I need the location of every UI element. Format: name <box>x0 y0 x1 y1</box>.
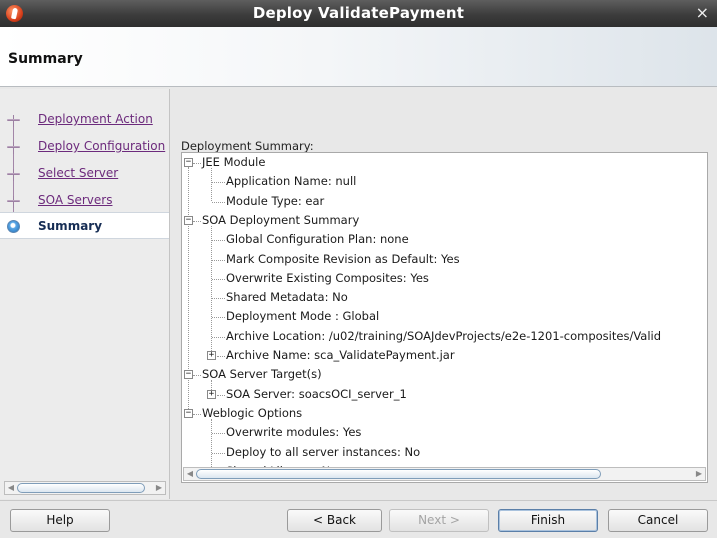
visited-step-icon <box>6 112 21 127</box>
tree-guide-line <box>211 168 212 201</box>
cancel-button[interactable]: Cancel <box>608 509 708 532</box>
visited-step-icon <box>6 193 21 208</box>
tree-connector <box>212 452 225 454</box>
page-heading: Summary <box>8 51 83 67</box>
sidebar-item-label[interactable]: Summary <box>38 219 102 233</box>
scroll-right-icon[interactable]: ▶ <box>153 482 165 494</box>
sidebar-item-deploy-configuration[interactable]: Deploy Configuration <box>0 133 169 160</box>
tree-node[interactable]: Shared Metadata: No <box>226 288 348 307</box>
tree-node[interactable]: SOA Server Target(s) <box>202 365 322 384</box>
sidebar-item-label[interactable]: Deployment Action <box>38 112 153 126</box>
sidebar-item-select-server[interactable]: Select Server <box>0 160 169 187</box>
tree-connector <box>193 413 201 415</box>
wizard-navigation: Deployment Action Deploy Configuration Sel… <box>0 89 170 499</box>
tree-connector <box>212 201 225 203</box>
visited-step-icon <box>6 166 21 181</box>
tree-node[interactable]: Global Configuration Plan: none <box>226 230 409 249</box>
tree-connector <box>193 163 201 164</box>
tree-node[interactable]: Deploy to all server instances: No <box>226 443 420 462</box>
tree-connector <box>212 278 225 280</box>
tree-node[interactable]: Overwrite Existing Composites: Yes <box>226 269 429 288</box>
tree-connector <box>212 240 225 242</box>
finish-button[interactable]: Finish <box>498 509 598 532</box>
sidebar-item-label[interactable]: Deploy Configuration <box>38 139 165 153</box>
tree-connector <box>217 394 225 396</box>
collapse-icon[interactable]: − <box>184 408 193 418</box>
deployment-summary-label: Deployment Summary: <box>181 139 314 153</box>
scroll-left-icon[interactable]: ◀ <box>5 482 17 494</box>
tree-node[interactable]: Application Name: null <box>226 172 356 191</box>
tree-connector <box>193 375 201 377</box>
tree-connector <box>212 317 225 319</box>
tree-node[interactable]: Weblogic Options <box>202 404 302 423</box>
deployment-summary-tree[interactable]: JEE Module − Application Name: null Module … <box>181 152 708 483</box>
footer-divider <box>0 500 717 501</box>
sidebar-horizontal-scrollbar[interactable]: ◀ ▶ <box>4 481 166 495</box>
tree-horizontal-scrollbar[interactable]: ◀ ▶ <box>183 467 706 481</box>
collapse-icon[interactable]: − <box>184 158 193 167</box>
page-header: Summary <box>0 27 717 87</box>
tree-node[interactable]: SOA Server: soacsOCI_server_1 <box>226 385 407 404</box>
sidebar-item-soa-servers[interactable]: SOA Servers <box>0 187 169 214</box>
window-title: Deploy ValidatePayment <box>252 4 465 22</box>
collapse-icon[interactable]: − <box>184 370 193 380</box>
visited-step-icon <box>6 139 21 154</box>
sidebar-item-label[interactable]: Select Server <box>38 166 118 180</box>
tree-node[interactable]: Archive Name: sca_ValidatePayment.jar <box>226 346 455 365</box>
scroll-right-icon[interactable]: ▶ <box>693 468 705 480</box>
tree-guide-line <box>211 418 212 471</box>
tree-node[interactable]: Mark Composite Revision as Default: Yes <box>226 250 460 269</box>
tree-connector <box>212 433 225 435</box>
sidebar-item-label[interactable]: SOA Servers <box>38 193 112 207</box>
tree-node[interactable]: Archive Location: /u02/training/SOAJdevP… <box>226 327 661 346</box>
close-icon[interactable]: × <box>696 3 709 22</box>
tree-connector <box>212 182 225 184</box>
tree-node[interactable]: Deployment Mode : Global <box>226 307 379 326</box>
tree-node[interactable]: SOA Deployment Summary <box>202 211 359 230</box>
tree-connector <box>193 220 201 222</box>
tree-node[interactable]: Overwrite modules: Yes <box>226 423 361 442</box>
current-step-icon <box>7 220 20 233</box>
tree-connector <box>212 259 225 261</box>
next-button[interactable]: Next > <box>389 509 489 532</box>
expand-icon[interactable]: + <box>207 351 216 360</box>
scroll-left-icon[interactable]: ◀ <box>184 468 196 480</box>
expand-icon[interactable]: + <box>207 389 216 399</box>
title-bar: Deploy ValidatePayment × <box>0 0 717 27</box>
tree-node[interactable]: JEE Module <box>202 153 265 172</box>
back-button[interactable]: < Back <box>287 509 382 532</box>
sidebar-item-deployment-action[interactable]: Deployment Action <box>0 106 169 133</box>
sidebar-item-summary[interactable]: Summary <box>0 212 169 239</box>
collapse-icon[interactable]: − <box>184 215 193 225</box>
scrollbar-thumb[interactable] <box>17 483 145 493</box>
tree-connector <box>217 356 225 357</box>
tree-node[interactable]: Module Type: ear <box>226 192 324 211</box>
scrollbar-thumb[interactable] <box>196 469 601 479</box>
tree-connector <box>212 298 225 300</box>
tree-guide-line <box>211 225 212 355</box>
help-button[interactable]: Help <box>10 509 110 532</box>
tree-connector <box>212 336 225 338</box>
